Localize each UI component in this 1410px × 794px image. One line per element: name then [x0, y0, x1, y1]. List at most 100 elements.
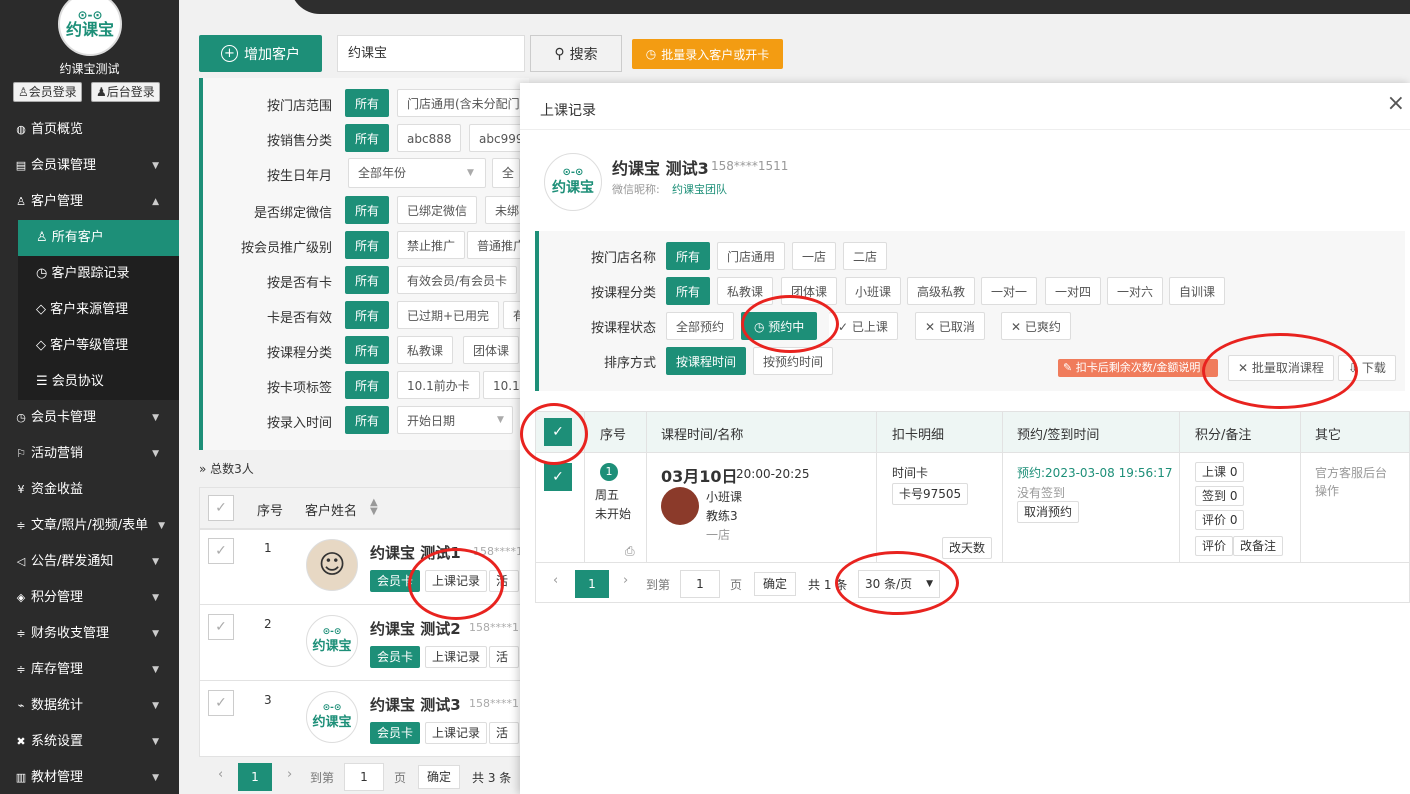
category-option-all[interactable]: 所有 — [666, 277, 711, 305]
sort-icon[interactable]: ▲ ▼ — [370, 498, 378, 517]
card-balance-notice[interactable]: ✎ 扣卡后剩余次数/金额说明 — [1058, 359, 1218, 377]
menu-item-cards[interactable]: ◷ 会员卡管理 ▼ — [0, 400, 179, 436]
menu-item-notices[interactable]: ◁ 公告/群发通知 ▼ — [0, 544, 179, 580]
filter-option[interactable]: 10.1前办卡 — [397, 371, 480, 399]
highlight-ring — [408, 548, 504, 620]
submenu-level[interactable]: ◇ 客户等级管理 — [18, 328, 179, 364]
filter-option[interactable]: 禁止推广 — [397, 231, 466, 259]
filter-option[interactable]: 已过期+已用完 — [397, 301, 500, 329]
row-checkbox[interactable]: ✓ — [208, 538, 234, 564]
batch-import-button[interactable]: ◷ 批量录入客户或开卡 — [632, 39, 783, 69]
store-option[interactable]: 二店 — [843, 242, 888, 270]
filter-option[interactable]: 所有 — [345, 406, 390, 434]
menu-item-settings[interactable]: ✖ 系统设置 ▼ — [0, 724, 179, 760]
menu-item-articles[interactable]: ≑ 文章/照片/视频/表单 ▼ — [0, 508, 179, 544]
menu-item-points[interactable]: ◈ 积分管理 ▼ — [0, 580, 179, 616]
menu-item-inventory[interactable]: ≑ 库存管理 ▼ — [0, 652, 179, 688]
menu-item-funds[interactable]: ¥ 资金收益 — [0, 472, 179, 508]
user-icon: ♙ — [16, 195, 26, 208]
page-current[interactable]: 1 — [238, 763, 272, 791]
submenu-all-customers[interactable]: ♙ 所有客户 — [18, 220, 179, 256]
month-select[interactable]: 全 — [492, 158, 520, 188]
submenu-agreement[interactable]: ☰ 会员协议 — [18, 364, 179, 400]
next-page-icon[interactable]: › — [287, 767, 292, 782]
change-days-button[interactable]: 改天数 — [942, 537, 993, 559]
activity-button[interactable]: 活动 — [489, 646, 519, 668]
print-icon[interactable]: ⎙ — [625, 544, 635, 559]
start-date-select[interactable]: 开始日期 — [397, 406, 513, 434]
card-number[interactable]: 卡号97505 — [892, 483, 969, 505]
prev-page-icon[interactable]: ‹ — [553, 573, 558, 588]
store-option-all[interactable]: 所有 — [666, 242, 711, 270]
caret-down-icon: ▼ — [152, 737, 159, 747]
filter-option[interactable]: 所有 — [345, 336, 390, 364]
category-option[interactable]: 自训课 — [1169, 277, 1226, 305]
filter-option[interactable]: 已绑定微信 — [397, 196, 478, 224]
edit-note-button[interactable]: 改备注 — [1233, 536, 1284, 556]
status-option-cancelled[interactable]: ✕ 已取消 — [915, 312, 985, 340]
menu-item-course[interactable]: ▤ 会员课管理 ▼ — [0, 148, 179, 184]
category-option[interactable]: 高级私教 — [907, 277, 976, 305]
filter-option[interactable]: 所有 — [345, 89, 390, 117]
status-option-attended[interactable]: ✓ 已上课 — [829, 312, 898, 340]
search-input[interactable]: 约课宝 — [337, 35, 525, 72]
prev-page-icon[interactable]: ‹ — [218, 767, 223, 782]
filter-option[interactable]: 私教课 — [397, 336, 454, 364]
store-option[interactable]: 门店通用 — [717, 242, 786, 270]
filter-option[interactable]: 所有 — [345, 371, 390, 399]
row-checkbox[interactable]: ✓ — [208, 614, 234, 640]
submenu-source[interactable]: ◇ 客户来源管理 — [18, 292, 179, 328]
chevron-down-icon: ▼ — [497, 415, 504, 425]
filter-option[interactable]: 所有 — [345, 301, 390, 329]
class-records-button[interactable]: 上课记录 — [425, 646, 488, 668]
menu-item-marketing[interactable]: ⚐ 活动营销 ▼ — [0, 436, 179, 472]
year-select[interactable]: 全部年份 — [348, 158, 486, 188]
filter-option[interactable]: 所有 — [345, 124, 390, 152]
status-option-all[interactable]: 全部预约 — [666, 312, 735, 340]
sort-by-course-time[interactable]: 按课程时间 — [666, 347, 747, 375]
page-confirm-button[interactable]: 确定 — [418, 765, 460, 789]
category-option[interactable]: 一对六 — [1107, 277, 1164, 305]
review-button[interactable]: 评价 — [1195, 536, 1234, 556]
add-customer-button[interactable]: + 增加客户 — [199, 35, 322, 72]
customer-name[interactable]: 约课宝 测试3 — [370, 694, 461, 715]
caret-down-icon: ▼ — [152, 773, 159, 783]
class-records-button[interactable]: 上课记录 — [425, 722, 488, 744]
store-option[interactable]: 一店 — [792, 242, 837, 270]
member-card-button[interactable]: 会员卡 — [370, 722, 421, 744]
row-checkbox[interactable]: ✓ — [208, 690, 234, 716]
submenu-label: 所有客户 — [51, 230, 104, 245]
filter-option[interactable]: abc888 — [397, 124, 462, 152]
menu-item-finance[interactable]: ≑ 财务收支管理 ▼ — [0, 616, 179, 652]
close-icon[interactable]: × — [1387, 91, 1405, 116]
select-all-checkbox[interactable]: ✓ — [208, 495, 234, 521]
category-option[interactable]: 小班课 — [845, 277, 902, 305]
status-option-missed[interactable]: ✕ 已爽约 — [1001, 312, 1071, 340]
filter-option[interactable]: 有效会员/有会员卡 — [397, 266, 518, 294]
member-card-button[interactable]: 会员卡 — [370, 646, 421, 668]
menu-item-materials[interactable]: ▥ 教材管理 ▼ — [0, 760, 179, 794]
activity-button[interactable]: 活动 — [489, 722, 519, 744]
next-page-icon[interactable]: › — [623, 573, 628, 588]
cancel-booking-button[interactable]: 取消预约 — [1017, 501, 1080, 523]
filter-option[interactable]: 团体课 — [463, 336, 520, 364]
page-current[interactable]: 1 — [575, 570, 609, 598]
admin-login-button[interactable]: ♟后台登录 — [91, 82, 160, 102]
page-input[interactable]: 1 — [344, 763, 384, 791]
menu-item-stats[interactable]: ⌁ 数据统计 ▼ — [0, 688, 179, 724]
filter-option[interactable]: 所有 — [345, 196, 390, 224]
customer-name[interactable]: 约课宝 测试2 — [370, 618, 461, 639]
member-login-button[interactable]: ♙会员登录 — [13, 82, 82, 102]
menu-item-home[interactable]: ◍ 首页概览 — [0, 112, 179, 148]
search-button[interactable]: ⚲ 搜索 — [530, 35, 622, 72]
category-option[interactable]: 一对一 — [981, 277, 1038, 305]
filter-option[interactable]: 门店通用(含未分配门 — [397, 89, 529, 117]
record-row-checkbox[interactable]: ✓ — [544, 463, 572, 491]
filter-option[interactable]: 所有 — [345, 231, 390, 259]
page-input[interactable]: 1 — [680, 570, 720, 598]
menu-item-customers[interactable]: ♙ 客户管理 ▲ — [0, 184, 179, 220]
filter-option[interactable]: 所有 — [345, 266, 390, 294]
submenu-tracking[interactable]: ◷ 客户跟踪记录 — [18, 256, 179, 292]
page-confirm-button[interactable]: 确定 — [754, 572, 796, 596]
category-option[interactable]: 一对四 — [1045, 277, 1102, 305]
